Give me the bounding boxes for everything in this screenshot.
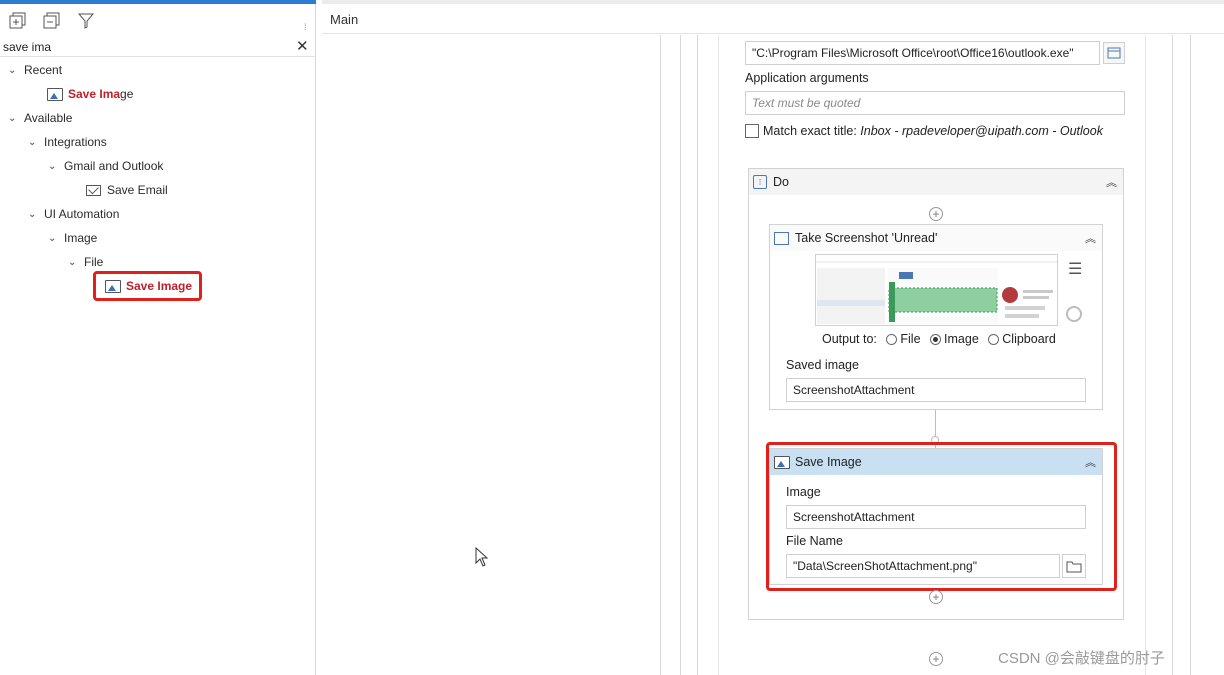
screenshot-icon <box>774 231 789 245</box>
activity-name-rest: ge <box>178 279 193 293</box>
expand-all-button[interactable] <box>8 11 28 31</box>
file-name-field[interactable]: "Data\ScreenShotAttachment.png" <box>786 554 1060 578</box>
tree-ui-automation[interactable]: ⌄ UI Automation <box>28 204 119 224</box>
tree-ui-automation-label: UI Automation <box>44 207 120 221</box>
tree-file[interactable]: ⌄ File <box>68 252 103 272</box>
target-icon[interactable] <box>1066 306 1082 322</box>
chevron-down-icon: ⌄ <box>8 64 17 76</box>
tree-file-label: File <box>84 255 104 269</box>
match-exact-text: Match exact title: Inbox - rpadeveloper@… <box>763 124 1103 138</box>
take-screenshot-title: Take Screenshot 'Unread' <box>795 231 938 245</box>
radio-file[interactable] <box>886 334 898 346</box>
chevron-down-icon: ⌄ <box>8 112 17 124</box>
radio-clipboard[interactable] <box>988 334 1000 346</box>
add-activity-icon[interactable]: + <box>929 590 943 604</box>
tree-image[interactable]: ⌄ Image <box>48 228 97 248</box>
filter-button[interactable] <box>76 11 96 31</box>
tree-save-email-label: Save Email <box>107 183 168 197</box>
add-activity-icon[interactable]: + <box>929 652 943 666</box>
saved-image-label: Saved image <box>786 358 859 372</box>
window-icon <box>1107 47 1121 59</box>
tree-available[interactable]: ⌄ Available <box>8 108 72 128</box>
match-highlight: Save Ima <box>126 279 179 293</box>
app-args-label: Application arguments <box>745 71 869 85</box>
radio-file-label: File <box>900 332 921 346</box>
clear-search-icon[interactable]: ✕ <box>296 37 309 55</box>
tree-recent[interactable]: ⌄ Recent <box>8 60 62 80</box>
document-tabbar: Main <box>322 0 1224 34</box>
pin-icon[interactable]: ⁞ <box>304 22 307 32</box>
tree-recent-label: Recent <box>24 63 63 77</box>
container-border-right <box>1145 35 1146 675</box>
sequence-border-outer <box>660 35 661 675</box>
tab-main[interactable]: Main <box>330 12 358 27</box>
screenshot-thumbnail <box>815 254 1058 326</box>
take-screenshot-header[interactable]: Take Screenshot 'Unread' <box>770 225 1102 251</box>
tree-image-label: Image <box>64 231 98 245</box>
collapse-all-button[interactable] <box>42 11 62 31</box>
sequence-border-right <box>1172 35 1173 675</box>
tree-gmail-outlook-label: Gmail and Outlook <box>64 159 164 173</box>
browse-app-button[interactable] <box>1103 42 1125 64</box>
app-args-field[interactable]: Text must be quoted <box>745 91 1125 115</box>
sequence-border-inner <box>697 35 698 675</box>
chevron-down-icon: ⌄ <box>48 232 57 244</box>
container-border-left <box>718 35 719 675</box>
collapse-icon[interactable]: ︽ <box>1106 174 1117 190</box>
expand-all-icon <box>9 12 26 29</box>
chevron-down-icon: ⌄ <box>28 208 37 220</box>
folder-icon <box>1066 561 1082 572</box>
sequence-border <box>680 35 681 675</box>
do-title: Do <box>773 175 789 189</box>
image-activity-icon <box>105 279 121 293</box>
sequence-icon: ⁝ <box>753 175 767 189</box>
sequence-border-right-outer <box>1190 35 1191 675</box>
do-header[interactable]: ⁝ Do <box>749 169 1123 195</box>
file-name-label: File Name <box>786 534 843 548</box>
collapse-all-icon <box>43 12 60 29</box>
activity-name-rest: ge <box>120 87 134 101</box>
tree-integrations-label: Integrations <box>44 135 107 149</box>
watermark: CSDN @会敲键盘的肘子 <box>998 650 1165 667</box>
match-exact-value: Inbox - rpadeveloper@uipath.com - Outloo… <box>860 124 1103 138</box>
add-activity-icon[interactable]: + <box>929 207 943 221</box>
mouse-cursor-icon <box>475 547 489 567</box>
radio-image[interactable] <box>930 334 942 346</box>
search-input[interactable] <box>3 38 283 55</box>
filter-icon <box>77 13 95 29</box>
tree-gmail-outlook[interactable]: ⌄ Gmail and Outlook <box>48 156 163 176</box>
match-exact-checkbox[interactable] <box>745 124 759 138</box>
chevron-down-icon: ⌄ <box>68 256 77 268</box>
tree-integrations[interactable]: ⌄ Integrations <box>28 132 107 152</box>
chevron-down-icon: ⌄ <box>28 136 37 148</box>
mail-icon <box>86 184 101 196</box>
radio-image-label: Image <box>944 332 979 346</box>
activities-panel: ⁞ ✕ ⌄ Recent Save Image ⌄ Available ⌄ In… <box>0 0 316 675</box>
collapse-icon[interactable]: ︽ <box>1085 230 1096 246</box>
panel-accent-bar <box>0 0 316 4</box>
image-label: Image <box>786 485 821 499</box>
match-highlight: Save Ima <box>68 87 121 101</box>
menu-icon[interactable]: ☰ <box>1068 259 1082 279</box>
radio-clipboard-label: Clipboard <box>1002 332 1056 346</box>
tree-recent-save-image[interactable]: Save Ima ge <box>47 84 133 104</box>
application-path-field[interactable]: "C:\Program Files\Microsoft Office\root\… <box>745 41 1100 65</box>
tree-available-label: Available <box>24 111 73 125</box>
output-to-row: Output to: File Image Clipboard <box>822 332 1056 346</box>
chevron-down-icon: ⌄ <box>48 160 57 172</box>
browse-file-button[interactable] <box>1062 554 1086 578</box>
output-to-label: Output to: <box>822 332 877 346</box>
tab-strip <box>322 0 1224 4</box>
panel-toolbar <box>8 10 96 32</box>
image-field[interactable]: ScreenshotAttachment <box>786 505 1086 529</box>
tree-save-email[interactable]: Save Email <box>86 180 168 200</box>
tree-save-image[interactable]: Save Ima ge <box>93 271 203 301</box>
image-activity-icon <box>47 87 63 101</box>
saved-image-field[interactable]: ScreenshotAttachment <box>786 378 1086 402</box>
match-exact-label: Match exact title: <box>763 124 857 138</box>
activities-search: ✕ <box>0 36 316 57</box>
